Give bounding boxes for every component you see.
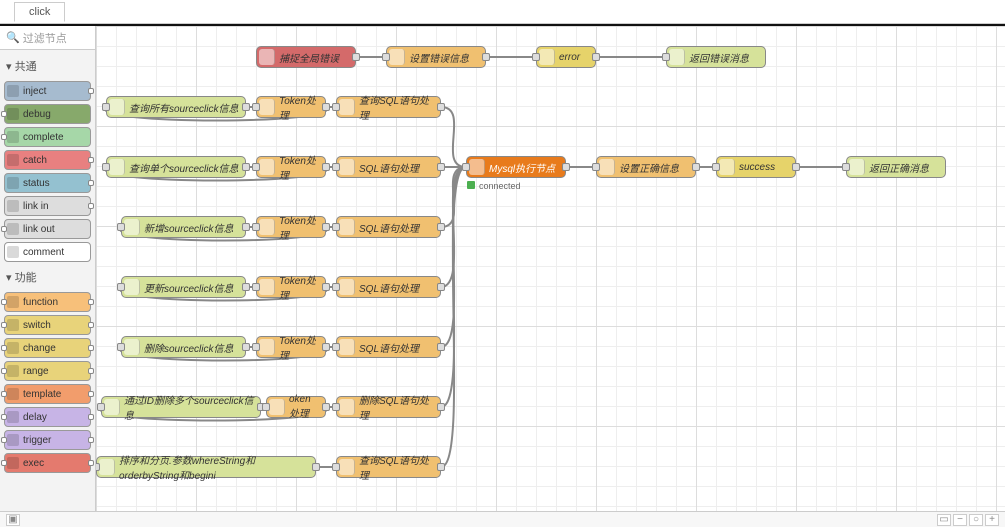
palette-node-catch[interactable]: catch	[4, 150, 91, 170]
flow-node[interactable]: success	[716, 156, 796, 178]
flow-node[interactable]: oken处理	[266, 396, 326, 418]
flow-node[interactable]: 查询所有sourceclick信息	[106, 96, 246, 118]
flow-node[interactable]: 排序和分页.参数whereString和orderbyString和begini	[96, 456, 316, 478]
palette-node-switch[interactable]: switch	[4, 315, 91, 335]
palette-node-function[interactable]: function	[4, 292, 91, 312]
palette-node-link-in[interactable]: link in	[4, 196, 91, 216]
flow-node[interactable]: Token处理	[256, 276, 326, 298]
tab-bar: click	[0, 0, 1005, 24]
palette-node-comment[interactable]: comment	[4, 242, 91, 262]
zoom-out-button[interactable]: −	[953, 514, 967, 526]
footer: ▣ ▭ − ○ +	[0, 511, 1005, 527]
palette-node-change[interactable]: change	[4, 338, 91, 358]
palette-section[interactable]: ▾ 功能	[4, 265, 91, 289]
palette-node-range[interactable]: range	[4, 361, 91, 381]
flow-node[interactable]: 返回错误消息	[666, 46, 766, 68]
palette-node-debug[interactable]: debug	[4, 104, 91, 124]
palette-node-complete[interactable]: complete	[4, 127, 91, 147]
palette: ▾ 共通 inject debug complete catch status link i…	[0, 50, 96, 511]
zoom-reset-button[interactable]: ○	[969, 514, 983, 526]
filter-input[interactable]: 🔍 过滤节点	[0, 26, 95, 50]
flow-node[interactable]: 返回正确消息	[846, 156, 946, 178]
toggle-icon[interactable]: ▣	[6, 514, 20, 526]
palette-node-link-out[interactable]: link out	[4, 219, 91, 239]
flow-node[interactable]: 查询SQL语句处理	[336, 96, 441, 118]
flow-node[interactable]: 通过ID删除多个sourceclick信息	[101, 396, 261, 418]
flow-node[interactable]: 查询单个sourceclick信息	[106, 156, 246, 178]
nav-icon[interactable]: ▭	[937, 514, 951, 526]
flow-node[interactable]: SQL语句处理	[336, 216, 441, 238]
flow-node[interactable]: 新增sourceclick信息	[121, 216, 246, 238]
flow-node[interactable]: SQL语句处理	[336, 276, 441, 298]
flow-node[interactable]: 更新sourceclick信息	[121, 276, 246, 298]
flow-node[interactable]: SQL语句处理	[336, 336, 441, 358]
flow-node[interactable]: 删除SQL语句处理	[336, 396, 441, 418]
palette-section[interactable]: ▾ 共通	[4, 54, 91, 78]
flow-node[interactable]: SQL语句处理	[336, 156, 441, 178]
flow-node[interactable]: Token处理	[256, 336, 326, 358]
zoom-in-button[interactable]: +	[985, 514, 999, 526]
flow-node[interactable]: Token处理	[256, 156, 326, 178]
palette-node-trigger[interactable]: trigger	[4, 430, 91, 450]
tab-click[interactable]: click	[14, 2, 65, 22]
flow-canvas[interactable]: 捕捉全局错误 设置错误信息 error 返回错误消息查询所有sourceclick信息…	[96, 26, 1005, 511]
flow-node[interactable]: 查询SQL语句处理	[336, 456, 441, 478]
palette-node-inject[interactable]: inject	[4, 81, 91, 101]
flow-node[interactable]: 设置错误信息	[386, 46, 486, 68]
flow-node[interactable]: 删除sourceclick信息	[121, 336, 246, 358]
flow-node[interactable]: Mysql执行节点connected	[466, 156, 566, 178]
palette-node-template[interactable]: template	[4, 384, 91, 404]
palette-node-status[interactable]: status	[4, 173, 91, 193]
flow-node[interactable]: Token处理	[256, 216, 326, 238]
flow-node[interactable]: error	[536, 46, 596, 68]
flow-node[interactable]: 设置正确信息	[596, 156, 696, 178]
palette-node-delay[interactable]: delay	[4, 407, 91, 427]
flow-node[interactable]: 捕捉全局错误	[256, 46, 356, 68]
palette-node-exec[interactable]: exec	[4, 453, 91, 473]
search-icon: 🔍	[6, 31, 20, 44]
flow-node[interactable]: Token处理	[256, 96, 326, 118]
